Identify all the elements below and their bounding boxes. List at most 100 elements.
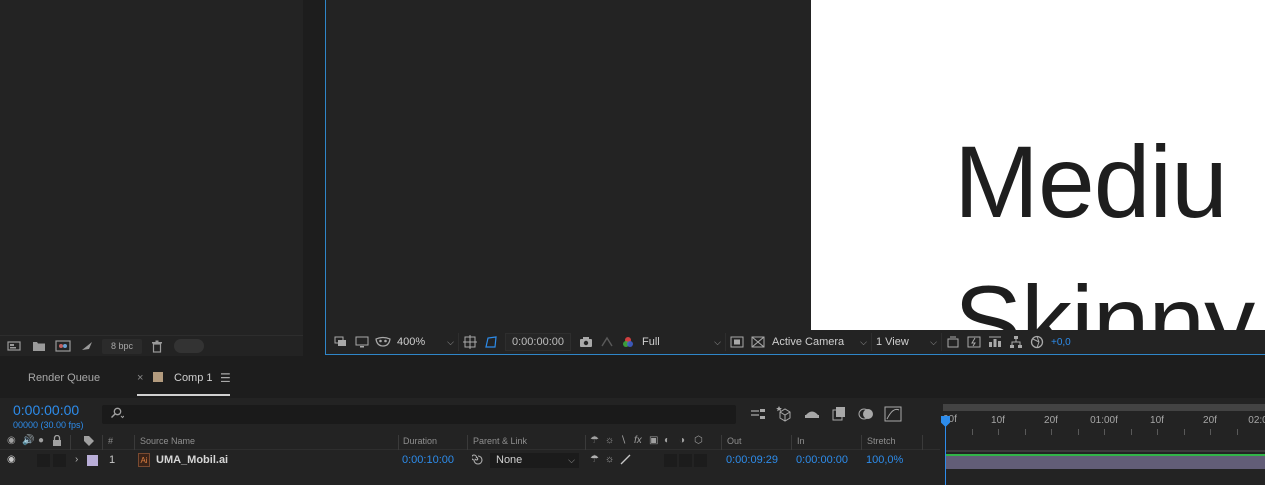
thumbnail-size-slider[interactable] — [174, 339, 205, 353]
flowchart-icon[interactable] — [76, 337, 98, 355]
show-snapshot-icon[interactable] — [596, 333, 617, 351]
transparency-grid-icon[interactable] — [747, 333, 768, 351]
mask-visibility-icon[interactable] — [372, 333, 393, 351]
composition-canvas[interactable]: Mediu Skinny — [811, 0, 1265, 330]
composition-viewer[interactable]: Mediu Skinny 400% ⌵ 0:00:00:00 Full ⌵ Ac… — [325, 0, 1265, 355]
time-ruler[interactable]: 10f 20f 01:00f 10f 20f 02:0 — [940, 404, 1265, 435]
rgb-channels-icon[interactable] — [617, 333, 638, 351]
current-time[interactable]: 0:00:00:00 — [13, 402, 79, 418]
header-number[interactable]: # — [108, 436, 113, 446]
solo-toggle[interactable] — [37, 454, 50, 467]
title-action-safe-icon[interactable] — [459, 333, 480, 351]
shy-switch[interactable]: ☂ — [590, 454, 599, 465]
monitor-icon[interactable] — [351, 333, 372, 351]
layer-stretch[interactable]: 100,0% — [866, 454, 903, 466]
trash-icon[interactable] — [146, 337, 168, 355]
composition-mini-flowchart-icon[interactable] — [748, 404, 768, 424]
toggle-mask-path-icon[interactable] — [480, 333, 501, 351]
timeline-link-icon[interactable] — [984, 333, 1005, 351]
fast-previews-icon[interactable] — [963, 333, 984, 351]
always-preview-icon[interactable] — [330, 333, 351, 351]
new-composition-icon[interactable] — [52, 337, 74, 355]
column-divider[interactable] — [70, 435, 71, 450]
panel-tab-row: Render Queue × Comp 1 ☰ — [0, 368, 1265, 396]
header-source-name[interactable]: Source Name — [140, 436, 195, 446]
column-divider[interactable] — [585, 435, 586, 450]
flowchart-icon[interactable] — [1005, 333, 1026, 351]
expand-chevron-icon[interactable]: › — [75, 454, 78, 465]
layer-duration[interactable]: 0:00:10:00 — [402, 454, 454, 466]
ruler-tick-label: 02:0 — [1248, 415, 1265, 426]
column-divider[interactable] — [134, 435, 135, 450]
layer-search-input[interactable] — [102, 405, 736, 424]
layer-out-point[interactable]: 0:00:09:29 — [726, 454, 778, 466]
camera-view-dropdown[interactable]: Active Camera ⌵ — [768, 333, 872, 351]
header-duration[interactable]: Duration — [403, 436, 437, 446]
draft-3d-icon[interactable] — [775, 404, 795, 424]
panel-divider[interactable] — [303, 0, 325, 356]
eye-icon[interactable]: ◉ — [7, 454, 16, 465]
snapshot-camera-icon[interactable] — [575, 333, 596, 351]
column-divider[interactable] — [861, 435, 862, 450]
collapse-switch[interactable]: ☼ — [605, 454, 614, 465]
layer-source-name[interactable]: UMA_Mobil.ai — [156, 454, 228, 466]
tab-render-queue[interactable]: Render Queue — [28, 372, 100, 384]
header-parent-link[interactable]: Parent & Link — [473, 436, 527, 446]
motion-blur-icon[interactable] — [856, 404, 876, 424]
ruler-tick — [998, 429, 999, 435]
adjustment-switch[interactable] — [679, 454, 692, 467]
camera-view-value: Active Camera — [772, 336, 845, 348]
work-area-bar[interactable] — [943, 404, 1265, 411]
layer-duration-bar[interactable] — [945, 454, 1265, 469]
column-divider[interactable] — [721, 435, 722, 450]
parent-dropdown[interactable]: None ⌵ — [490, 453, 579, 468]
close-icon[interactable]: × — [137, 372, 143, 384]
layer-track-area[interactable] — [945, 450, 1265, 485]
new-folder-icon[interactable] — [28, 337, 50, 355]
panel-menu-icon[interactable]: ☰ — [220, 371, 231, 385]
column-divider[interactable] — [467, 435, 468, 450]
column-divider[interactable] — [791, 435, 792, 450]
parent-pick-whip-icon[interactable] — [470, 454, 484, 469]
exposure-value[interactable]: +0,0 — [1051, 337, 1071, 348]
ruler-tick — [1131, 429, 1132, 435]
resolution-dropdown[interactable]: Full ⌵ — [638, 333, 726, 351]
header-stretch[interactable]: Stretch — [867, 436, 896, 446]
tab-comp-1[interactable]: Comp 1 — [174, 372, 213, 384]
reset-exposure-icon[interactable] — [1026, 333, 1047, 351]
current-time-display[interactable]: 0:00:00:00 — [505, 333, 571, 351]
playhead[interactable]: 00f — [941, 406, 957, 485]
illustrator-file-icon: Ai — [138, 453, 150, 467]
header-out[interactable]: Out — [727, 436, 742, 446]
layer-row[interactable]: ◉ › 1 Ai UMA_Mobil.ai 0:00:10:00 None ⌵ … — [0, 452, 940, 469]
frame-blending-icon[interactable] — [829, 404, 849, 424]
hide-shy-layers-icon[interactable] — [802, 404, 822, 424]
chevron-down-icon: ⌵ — [930, 336, 937, 347]
interpret-footage-icon[interactable] — [4, 337, 26, 355]
3d-layer-switch[interactable] — [694, 454, 707, 467]
toggle-pixel-aspect-icon[interactable] — [942, 333, 963, 351]
bit-depth-button[interactable]: 8 bpc — [102, 338, 143, 354]
region-of-interest-icon[interactable] — [726, 333, 747, 351]
collapse-switch-header-icon: ☼ — [605, 435, 615, 446]
layer-label-color[interactable] — [87, 455, 98, 466]
ruler-tick-label: 10f — [991, 415, 1005, 426]
zoom-dropdown[interactable]: 400% ⌵ — [393, 333, 459, 351]
ruler-tick — [1157, 429, 1158, 435]
label-tag-icon — [83, 435, 95, 449]
lock-toggle[interactable] — [53, 454, 66, 467]
timeline-tools — [748, 404, 903, 424]
ruler-tick — [1237, 429, 1238, 435]
graph-editor-icon[interactable] — [883, 404, 903, 424]
project-panel — [0, 0, 303, 356]
motion-blur-switch[interactable] — [664, 454, 677, 467]
header-in[interactable]: In — [797, 436, 805, 446]
layer-in-point[interactable]: 0:00:00:00 — [796, 454, 848, 466]
column-divider[interactable] — [398, 435, 399, 450]
quality-switch[interactable] — [620, 454, 631, 468]
ruler-tick — [1210, 429, 1211, 435]
column-divider[interactable] — [102, 435, 103, 450]
motion-blur-switch-header-icon: ◐ — [664, 435, 671, 446]
view-layout-dropdown[interactable]: 1 View ⌵ — [872, 333, 942, 351]
column-divider[interactable] — [922, 435, 923, 450]
